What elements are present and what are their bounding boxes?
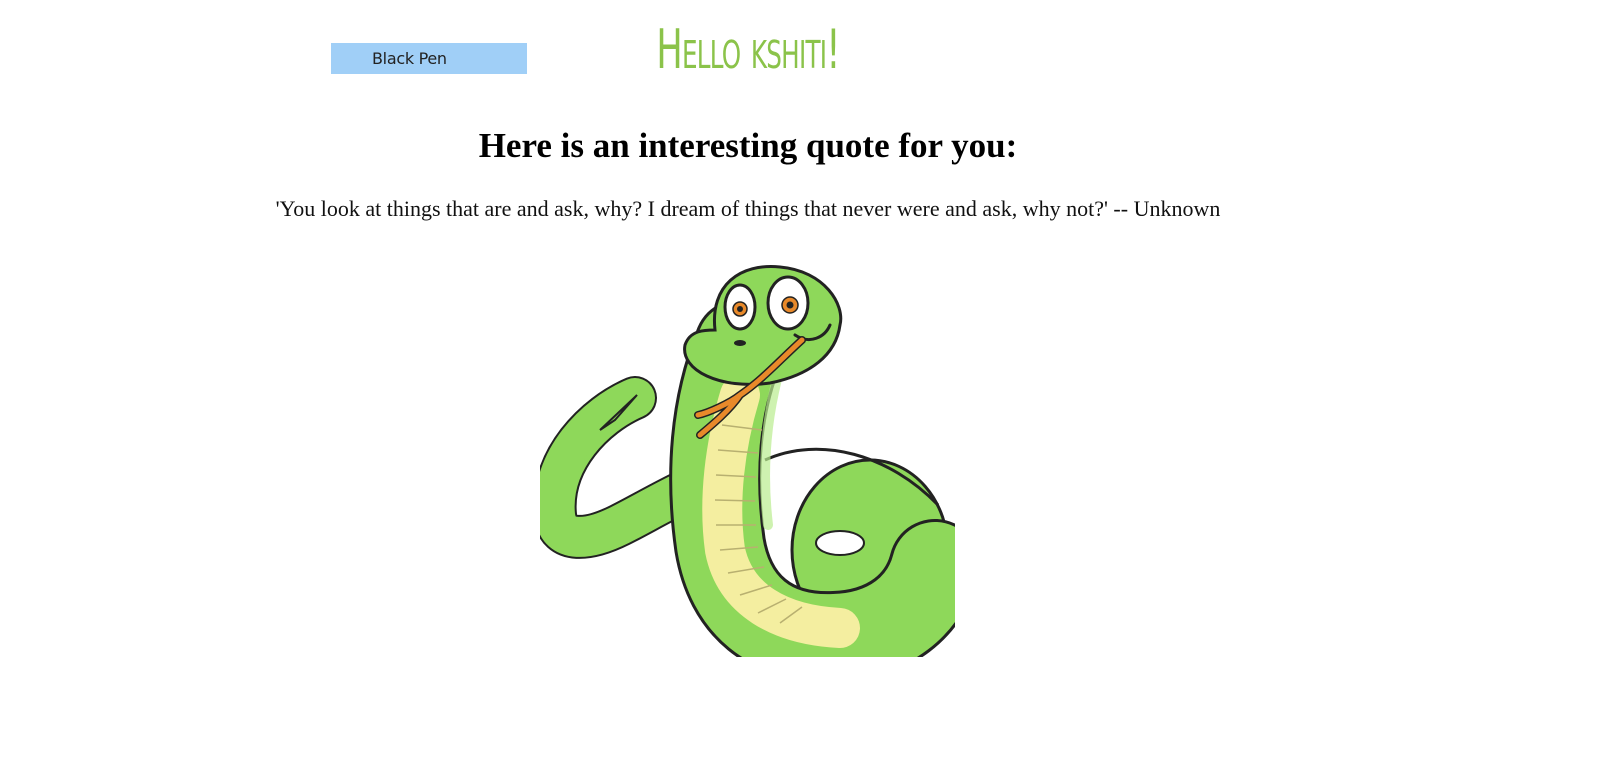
greeting-title: Hello kshiti! [656, 18, 840, 81]
quote-text: 'You look at things that are and ask, wh… [275, 196, 1221, 221]
snake-illustration [540, 265, 955, 657]
quote-heading: Here is an interesting quote for you: [478, 126, 1018, 165]
page: Black Pen Hello kshiti! Here is an inter… [0, 0, 1599, 773]
